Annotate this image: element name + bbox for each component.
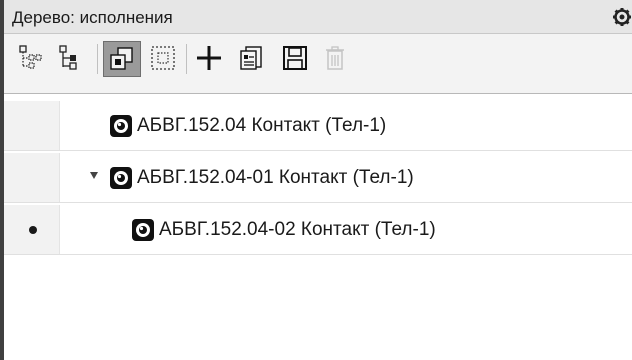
selection-frame-icon[interactable] <box>148 43 178 73</box>
toolbar <box>4 34 632 94</box>
row-gutter[interactable] <box>4 205 60 254</box>
part-icon <box>109 114 133 138</box>
current-variant-marker <box>29 226 37 234</box>
tree-list-icon[interactable] <box>56 43 86 73</box>
properties-icon[interactable] <box>236 43 266 73</box>
parts-icon[interactable] <box>103 41 141 77</box>
add-icon[interactable] <box>194 43 224 73</box>
expand-arrow-icon[interactable] <box>90 172 98 179</box>
tree-item-label: АБВГ.152.04-02 Контакт (Тел-1) <box>159 219 436 240</box>
tree-row[interactable]: АБВГ.152.04-01 Контакт (Тел-1) <box>4 153 632 203</box>
save-icon[interactable] <box>280 43 310 73</box>
variants-tree-panel: Дерево: исполнения АБВГ.152.04 Контакт (… <box>0 0 632 360</box>
panel-titlebar: Дерево: исполнения <box>4 0 632 34</box>
panel-title: Дерево: исполнения <box>12 8 173 27</box>
row-gutter[interactable] <box>4 153 60 202</box>
tree-structure-icon[interactable] <box>16 43 46 73</box>
toolbar-separator <box>186 44 187 74</box>
tree-row[interactable]: АБВГ.152.04-02 Контакт (Тел-1) <box>4 205 632 255</box>
part-icon <box>109 166 133 190</box>
row-gutter[interactable] <box>4 101 60 150</box>
tree-item-label: АБВГ.152.04 Контакт (Тел-1) <box>137 115 387 136</box>
tree-item-label: АБВГ.152.04-01 Контакт (Тел-1) <box>137 167 414 188</box>
toolbar-separator <box>97 44 98 74</box>
variants-tree: АБВГ.152.04 Контакт (Тел-1) АБВГ.152.04-… <box>4 95 632 360</box>
gear-icon[interactable] <box>612 7 632 27</box>
delete-icon[interactable] <box>320 43 350 73</box>
tree-row[interactable]: АБВГ.152.04 Контакт (Тел-1) <box>4 101 632 151</box>
part-icon <box>131 218 155 242</box>
